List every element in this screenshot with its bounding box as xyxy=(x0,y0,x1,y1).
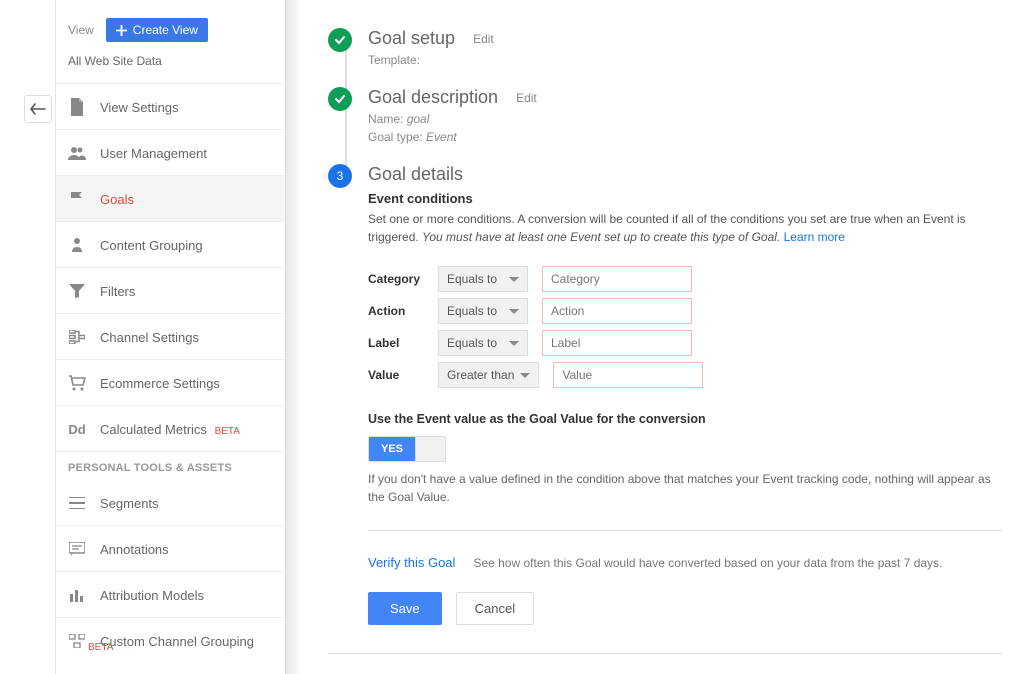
event-conditions-desc: Set one or more conditions. A conversion… xyxy=(368,210,1002,246)
goal-description-name: Name: goal xyxy=(368,112,1002,126)
segments-icon xyxy=(68,494,86,512)
chevron-down-icon xyxy=(520,373,530,378)
save-button[interactable]: Save xyxy=(368,592,442,625)
step-badge-done-1 xyxy=(328,28,352,52)
value-operator-dropdown[interactable]: Greater than xyxy=(438,362,539,388)
goal-description-title: Goal description xyxy=(368,87,498,108)
sidebar-item-user-management[interactable]: User Management xyxy=(56,130,285,175)
divider xyxy=(368,530,1002,531)
page-icon xyxy=(68,98,86,116)
back-button[interactable] xyxy=(24,95,52,123)
channel-icon xyxy=(68,328,86,346)
funnel-icon xyxy=(68,282,86,300)
learn-more-link[interactable]: Learn more xyxy=(784,230,845,244)
nav-label: Attribution Models xyxy=(100,588,204,603)
chevron-down-icon xyxy=(509,341,519,346)
bars-icon xyxy=(68,586,86,604)
goal-description-edit-link[interactable]: Edit xyxy=(516,91,537,105)
nav-label: Ecommerce Settings xyxy=(100,376,220,391)
cancel-button[interactable]: Cancel xyxy=(456,592,534,625)
back-arrow-icon xyxy=(30,103,46,115)
sidebar-item-channel-settings[interactable]: Channel Settings xyxy=(56,314,285,359)
use-event-value-toggle[interactable]: YES xyxy=(368,436,446,462)
nav-label: Goals xyxy=(100,192,134,207)
goal-setup-meta: Template: xyxy=(368,53,1002,67)
grouping-icon xyxy=(68,632,86,650)
sidebar-item-filters[interactable]: Filters xyxy=(56,268,285,313)
nav-label: View Settings xyxy=(100,100,179,115)
all-web-site-data[interactable]: All Web Site Data xyxy=(56,50,285,83)
nav-label: Channel Settings xyxy=(100,330,199,345)
goal-setup-edit-link[interactable]: Edit xyxy=(473,32,494,46)
label-input[interactable] xyxy=(542,330,692,356)
check-icon xyxy=(333,33,347,47)
step-badge-done-2 xyxy=(328,87,352,111)
verify-goal-desc: See how often this Goal would have conve… xyxy=(473,556,942,570)
goal-details-title: Goal details xyxy=(368,164,463,185)
nav-label: Segments xyxy=(100,496,159,511)
sidebar-item-calculated-metrics[interactable]: Dd Calculated Metrics BETA xyxy=(56,406,285,451)
person-star-icon xyxy=(68,236,86,254)
action-label: Action xyxy=(368,304,424,318)
chevron-down-icon xyxy=(509,309,519,314)
sidebar-item-content-grouping[interactable]: Content Grouping xyxy=(56,222,285,267)
nav-label: Custom Channel Grouping xyxy=(100,634,254,649)
use-event-value-heading: Use the Event value as the Goal Value fo… xyxy=(368,412,1002,426)
sidebar: View Create View All Web Site Data View … xyxy=(55,0,285,674)
sidebar-item-goals[interactable]: Goals xyxy=(56,176,285,221)
view-label: View xyxy=(68,23,94,37)
nav-label: Content Grouping xyxy=(100,238,203,253)
step-badge-active: 3 xyxy=(328,164,352,188)
toggle-knob xyxy=(415,437,445,461)
nav-label: Filters xyxy=(100,284,135,299)
action-operator-dropdown[interactable]: Equals to xyxy=(438,298,528,324)
goal-description-type: Goal type: Event xyxy=(368,130,1002,144)
sidebar-item-segments[interactable]: Segments xyxy=(56,480,285,525)
nav-label: Calculated Metrics BETA xyxy=(100,422,240,437)
annotation-icon xyxy=(68,540,86,558)
create-view-label: Create View xyxy=(133,23,198,37)
event-conditions-heading: Event conditions xyxy=(368,191,1002,206)
personal-tools-header: PERSONAL TOOLS & ASSETS xyxy=(56,452,285,480)
category-input[interactable] xyxy=(542,266,692,292)
nav-label: Annotations xyxy=(100,542,169,557)
value-input[interactable] xyxy=(553,362,703,388)
cart-icon xyxy=(68,374,86,392)
category-operator-dropdown[interactable]: Equals to xyxy=(438,266,528,292)
main-content: Goal setup Edit Template: Goal descripti… xyxy=(300,0,1024,674)
resize-handle[interactable] xyxy=(285,0,300,674)
use-event-value-hint: If you don't have a value defined in the… xyxy=(368,470,1002,506)
flag-icon xyxy=(68,190,86,208)
sidebar-item-view-settings[interactable]: View Settings xyxy=(56,84,285,129)
label-label: Label xyxy=(368,336,424,350)
dd-icon: Dd xyxy=(68,420,86,438)
value-label: Value xyxy=(368,368,424,382)
label-operator-dropdown[interactable]: Equals to xyxy=(438,330,528,356)
verify-goal-link[interactable]: Verify this Goal xyxy=(368,555,455,570)
plus-icon xyxy=(116,25,127,36)
sidebar-item-ecommerce-settings[interactable]: Ecommerce Settings xyxy=(56,360,285,405)
action-input[interactable] xyxy=(542,298,692,324)
goal-setup-title: Goal setup xyxy=(368,28,455,49)
chevron-down-icon xyxy=(509,277,519,282)
check-icon xyxy=(333,92,347,106)
sidebar-item-attribution-models[interactable]: Attribution Models xyxy=(56,572,285,617)
category-label: Category xyxy=(368,272,424,286)
nav-label: User Management xyxy=(100,146,207,161)
divider xyxy=(328,653,1002,654)
sidebar-item-annotations[interactable]: Annotations xyxy=(56,526,285,571)
people-icon xyxy=(68,144,86,162)
toggle-yes-label: YES xyxy=(369,437,415,461)
create-view-button[interactable]: Create View xyxy=(106,18,208,42)
